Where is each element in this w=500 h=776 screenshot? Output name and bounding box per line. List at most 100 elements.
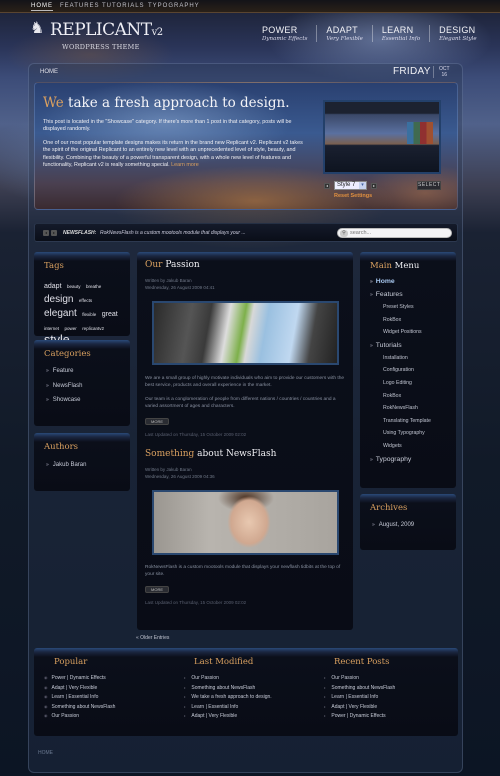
menu-item[interactable]: Home xyxy=(370,278,431,285)
post-title[interactable]: Our Passion xyxy=(145,260,200,270)
select-style-button[interactable]: SELECT xyxy=(417,181,441,190)
bottom-link[interactable]: Adapt | Very Flexible xyxy=(44,685,115,691)
showcase-hero: We take a fresh approach to design. This… xyxy=(34,82,458,210)
footer-home-link[interactable]: HOME xyxy=(38,750,53,756)
tags-title: Tags xyxy=(44,261,64,271)
category-item[interactable]: Showcase xyxy=(46,397,82,403)
main-menu-list: Home Features Preset Styles RokBox Widget Po… xyxy=(370,278,431,469)
style-select[interactable]: Style 7 ▾ xyxy=(334,181,367,190)
feature-power[interactable]: POWER Dynamic Effects xyxy=(262,25,318,42)
feature-adapt[interactable]: ADAPT Very Flexible xyxy=(326,25,373,42)
more-button[interactable]: MORE xyxy=(145,586,169,593)
submenu-item[interactable]: RokNewsFlash xyxy=(383,405,431,411)
reset-settings-link[interactable]: Reset Settings xyxy=(334,193,372,199)
hero-paragraph-1: This post is located in the "Showcase" c… xyxy=(43,119,292,133)
tag-link[interactable]: design xyxy=(44,294,73,305)
tag-link[interactable]: power xyxy=(64,326,76,331)
bottom-link[interactable]: Adapt | Very Flexible xyxy=(324,704,395,710)
submenu-item[interactable]: Configuration xyxy=(383,367,431,373)
categories-title: Categories xyxy=(44,349,91,359)
tag-link[interactable]: beauty xyxy=(67,284,81,289)
tag-link[interactable]: great xyxy=(102,311,118,318)
older-entries-link[interactable]: « Older Entries xyxy=(136,635,169,641)
bottom-link[interactable]: Our Passion xyxy=(324,675,395,681)
post-title[interactable]: Something about NewsFlash xyxy=(145,449,276,459)
bottom-link[interactable]: Something about NewsFlash xyxy=(324,685,395,691)
submenu-item[interactable]: Installation xyxy=(383,355,431,361)
bottom-link[interactable]: Power | Dynamic Effects xyxy=(44,675,115,681)
submenu-item[interactable]: Preset Styles xyxy=(383,304,431,310)
chevron-down-icon: ▾ xyxy=(359,182,366,189)
bottom-link[interactable]: Our Passion xyxy=(44,713,115,719)
archive-item[interactable]: August, 2009 xyxy=(372,522,414,528)
tag-link[interactable]: adapt xyxy=(44,283,62,290)
newsflash-next-button[interactable]: ▸ xyxy=(51,230,57,236)
bottom-link[interactable]: Something about NewsFlash xyxy=(44,704,116,710)
popular-title: Popular xyxy=(54,657,88,667)
menu-item[interactable]: Tutorials xyxy=(370,342,431,349)
tag-link[interactable]: flexible xyxy=(82,312,96,317)
post-image-magazine xyxy=(152,301,339,365)
last-modified-title: Last Modified xyxy=(194,657,254,667)
newsflash-label: NEWSFLASH: xyxy=(63,230,97,236)
style-switcher: ◂ Style 7 ▾ ▸ xyxy=(324,181,377,190)
post-updated: Last Updated on Thursday, 15 October 200… xyxy=(145,432,247,437)
breadcrumb[interactable]: HOME xyxy=(40,69,58,75)
authors-title: Authors xyxy=(44,442,79,452)
search-icon[interactable]: ⚲ xyxy=(340,230,348,237)
submenu-item[interactable]: Using Typography xyxy=(383,430,431,436)
next-style-button[interactable]: ▸ xyxy=(371,182,377,189)
nav-home[interactable]: HOME xyxy=(31,3,53,11)
prev-style-button[interactable]: ◂ xyxy=(324,182,330,189)
tag-link[interactable]: effects xyxy=(79,298,92,303)
category-item[interactable]: NewsFlash xyxy=(46,383,83,389)
feature-links: POWER Dynamic Effects ADAPT Very Flexible … xyxy=(262,25,486,42)
submenu-item[interactable]: Widgets xyxy=(383,443,431,449)
tag-link[interactable]: internet xyxy=(44,326,59,331)
bottom-link[interactable]: Learn | Essential Info xyxy=(184,704,272,710)
tag-link[interactable]: replicantv2 xyxy=(82,326,104,331)
categories-module: Categories Feature NewsFlash Showcase xyxy=(34,340,130,426)
logo-name: REPLICANTv2 xyxy=(50,20,163,40)
bottom-link[interactable]: Power | Dynamic Effects xyxy=(324,713,395,719)
date-day: FRIDAY xyxy=(393,66,431,77)
hero-paragraph-2: One of our most popular template designs… xyxy=(43,140,303,168)
newsflash-prev-button[interactable]: ◂ xyxy=(43,230,49,236)
site-logo[interactable]: ♞ REPLICANTv2 WORDPRESS THEME xyxy=(30,18,170,54)
nav-typography[interactable]: TYPOGRAPHY xyxy=(148,3,200,9)
bottom-link[interactable]: Adapt | Very Flexible xyxy=(184,713,272,719)
style-preview-thumbnail xyxy=(323,100,441,174)
tag-link[interactable]: elegant xyxy=(44,308,77,319)
archives-title: Archives xyxy=(370,503,408,513)
bottom-link[interactable]: Something about NewsFlash xyxy=(184,685,272,691)
main-menu-title: Main Menu xyxy=(370,261,420,271)
posts-area: Our Passion Written by Jakub Baran Wednes… xyxy=(137,252,353,630)
post-image-portrait xyxy=(152,490,339,555)
learn-more-link[interactable]: Learn more xyxy=(171,162,199,168)
submenu-item[interactable]: Translating Template xyxy=(383,418,431,424)
more-button[interactable]: MORE xyxy=(145,418,169,425)
feature-design[interactable]: DESIGN Elegant Style xyxy=(439,25,485,42)
newsflash-text[interactable]: RokNewsFlash is a custom mootools module… xyxy=(100,230,246,236)
bottom-link[interactable]: We take a fresh approach to design. xyxy=(184,694,271,700)
submenu-item[interactable]: RokBox xyxy=(383,393,431,399)
tag-link[interactable]: breathe xyxy=(86,284,101,289)
hero-title: We take a fresh approach to design. xyxy=(43,95,290,111)
tag-cloud: adapt beauty breathe design effects eleg… xyxy=(44,278,129,348)
category-item[interactable]: Feature xyxy=(46,368,82,374)
feature-learn[interactable]: LEARN Essential Info xyxy=(382,25,431,42)
submenu-item[interactable]: Logo Editing xyxy=(383,380,431,386)
menu-item[interactable]: Features xyxy=(370,291,431,298)
menu-item[interactable]: Typography xyxy=(370,456,431,463)
post-body: We are a small group of highly motivate … xyxy=(145,376,345,388)
bottom-link[interactable]: Learn | Essential Info xyxy=(44,694,115,700)
nav-features[interactable]: FEATURES xyxy=(60,3,100,9)
submenu-item[interactable]: Widget Positions xyxy=(383,329,431,335)
author-item[interactable]: Jakub Baran xyxy=(46,462,87,468)
nav-tutorials[interactable]: TUTORIALS xyxy=(102,3,145,9)
bottom-link[interactable]: Our Passion xyxy=(184,675,272,681)
search-input[interactable] xyxy=(350,229,450,237)
tags-module: Tags adapt beauty breathe design effects… xyxy=(34,252,130,346)
bottom-link[interactable]: Learn | Essential Info xyxy=(324,694,395,700)
submenu-item[interactable]: RokBox xyxy=(383,317,431,323)
